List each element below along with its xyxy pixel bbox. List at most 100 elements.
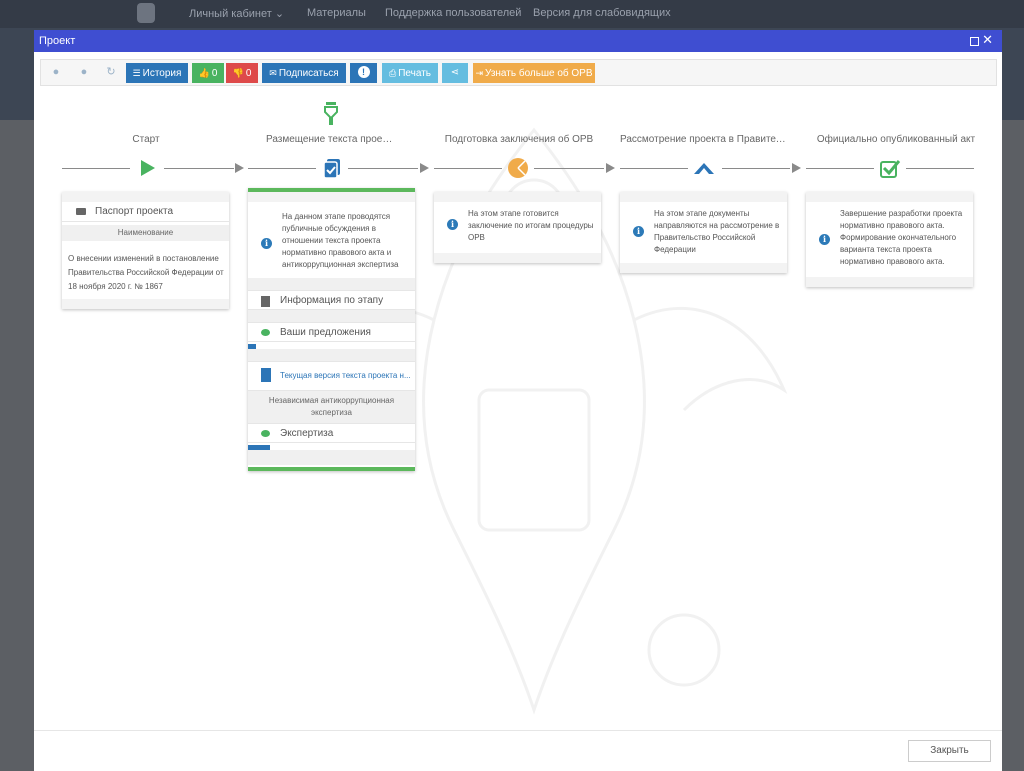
stage-description: На этом этапе готовится заключение по ит… — [468, 208, 594, 244]
timeline-line — [248, 168, 316, 169]
info-icon: i — [819, 234, 830, 245]
description-line: Завершение разработки проекта — [840, 209, 963, 218]
timeline-arrow — [792, 163, 801, 173]
current-version-link[interactable]: Текущая версия текста проекта н... — [248, 361, 415, 391]
back-icon[interactable]: ● — [49, 64, 63, 80]
refresh-icon[interactable]: ↻ — [104, 64, 118, 80]
timeline-arrow — [235, 163, 244, 173]
pie-chart-icon[interactable] — [507, 157, 529, 179]
description-line: На этом этапе готовится — [468, 209, 559, 218]
description-line: ОРВ — [468, 233, 485, 242]
description-line: На этом этапе документы — [654, 209, 750, 218]
description-line: публичные обсуждения в — [282, 224, 376, 233]
forward-icon[interactable]: ● — [77, 64, 91, 80]
nav-accessibility[interactable]: Версия для слабовидящих — [533, 7, 671, 19]
name-header: Наименование — [62, 225, 229, 241]
history-button[interactable]: ☰ История — [126, 63, 188, 83]
preparation-card: i На этом этапе готовится заключение по … — [434, 192, 601, 263]
chevron-down-icon: ⌄ — [274, 8, 285, 20]
comment-icon — [261, 329, 270, 336]
nav-support[interactable]: Поддержка пользователей — [385, 7, 521, 19]
info-icon: i — [633, 226, 644, 237]
description-line: Федерации — [654, 245, 696, 254]
project-name-line: 18 ноября 2020 г. № 1867 — [68, 282, 163, 291]
card-bottom-strip — [62, 299, 229, 309]
thumbs-up-icon: 👍 — [198, 68, 210, 78]
close-icon[interactable]: ✕ — [982, 33, 993, 47]
card-top-strip — [62, 192, 229, 202]
anticorruption-header: Независимая антикоррупционная экспертиза — [248, 391, 415, 423]
exclamation-icon: ! — [357, 66, 370, 78]
play-icon[interactable] — [136, 157, 158, 179]
proposals-link[interactable]: Ваши предложения — [248, 322, 415, 342]
doc-file-icon — [261, 368, 271, 382]
print-button[interactable]: ⎙ Печать — [382, 63, 438, 83]
timeline-line — [164, 168, 234, 169]
nav-personal-account[interactable]: Личный кабинет ⌄ — [189, 7, 284, 20]
stage-title-government: Рассмотрение проекта в Правительст... — [620, 134, 790, 145]
maximize-icon[interactable] — [970, 37, 979, 46]
description-line: направляются на рассмотрение в — [654, 221, 780, 230]
briefcase-icon — [76, 208, 86, 215]
project-name-line: Правительства Российской Федерации от — [68, 268, 224, 277]
share-button[interactable]: ⋖ — [442, 63, 468, 83]
description-line: антикоррупционная экспертиза — [282, 260, 399, 269]
dislike-button[interactable]: 👎 0 — [226, 63, 258, 83]
modal-header: Проект ✕ — [34, 30, 1002, 52]
description-line: Формирование окончательного — [840, 233, 957, 242]
stage-info-link[interactable]: Информация по этапу — [248, 290, 415, 310]
arrow-up-icon[interactable] — [693, 157, 715, 179]
footer-divider — [34, 730, 1002, 731]
nav-materials[interactable]: Материалы — [307, 7, 366, 19]
project-name: О внесении изменений в постановление Пра… — [68, 252, 224, 294]
thumbs-down-icon: 👎 — [232, 68, 244, 78]
publishing-card: i На данном этапе проводятся публичные о… — [248, 188, 415, 471]
timeline-line — [806, 168, 874, 169]
current-version-label: Текущая версия текста проекта н... — [280, 371, 411, 380]
government-card: i На этом этапе документы направляются н… — [620, 192, 787, 273]
passport-link[interactable]: Паспорт проекта — [62, 202, 229, 222]
timeline-line — [620, 168, 688, 169]
stage-title-preparation: Подготовка заключения об ОРВ — [444, 134, 594, 145]
bell-icon: ✉ — [269, 68, 277, 78]
timeline-line — [906, 168, 974, 169]
checked-box-icon[interactable] — [879, 157, 901, 179]
printer-icon: ⎙ — [389, 68, 397, 78]
learn-more-button[interactable]: ⇥ Узнать больше об ОРВ — [473, 63, 595, 83]
like-button[interactable]: 👍 0 — [192, 63, 224, 83]
card-bottom-strip — [434, 253, 601, 263]
published-card: i Завершение разработки проекта норматив… — [806, 192, 973, 287]
anticorruption-header-line: Независимая антикоррупционная — [268, 396, 395, 405]
description-line: варианта текста проекта — [840, 245, 932, 254]
description-line: На данном этапе проводятся — [282, 212, 391, 221]
description-line: нормативно правового акта. — [840, 257, 945, 266]
stage-description: На данном этапе проводятся публичные обс… — [282, 211, 399, 271]
project-name-line: О внесении изменений в постановление — [68, 254, 219, 263]
stage-title-publishing: Размещение текста проекта — [266, 134, 396, 145]
start-card: Паспорт проекта Наименование О внесении … — [62, 192, 229, 309]
stage-info-label: Информация по этапу — [280, 295, 384, 306]
alert-button[interactable]: ! — [350, 63, 377, 83]
share-icon: ⋖ — [450, 67, 460, 78]
document-check-icon[interactable] — [321, 157, 343, 179]
subscribe-button[interactable]: ✉ Подписаться — [262, 63, 346, 83]
description-line: отношении текста проекта — [282, 236, 381, 245]
card-top-strip — [806, 192, 973, 202]
card-top-strip — [248, 192, 415, 202]
info-icon: i — [261, 238, 272, 249]
timeline-line — [722, 168, 790, 169]
anticorruption-header-line: экспертиза — [311, 408, 352, 417]
close-button[interactable]: Закрыть — [908, 740, 991, 762]
description-line: нормативно правового акта и — [282, 248, 392, 257]
timeline-line — [434, 168, 502, 169]
site-top-navigation: Личный кабинет ⌄ Материалы Поддержка пол… — [0, 0, 1024, 28]
expertise-link[interactable]: Экспертиза — [248, 423, 415, 443]
description-line: нормативно правового акта. — [840, 221, 945, 230]
timeline-line — [348, 168, 418, 169]
card-top-strip — [434, 192, 601, 202]
description-line: Правительство Российской — [654, 233, 756, 242]
separator-strip — [248, 349, 415, 361]
toolbar: ● ● ↻ ☰ История 👍 0 👎 0 ✉ Подписаться ! ⎙ Печ… — [40, 59, 997, 86]
emblem-icon — [137, 3, 155, 23]
pen-icon — [324, 102, 338, 125]
